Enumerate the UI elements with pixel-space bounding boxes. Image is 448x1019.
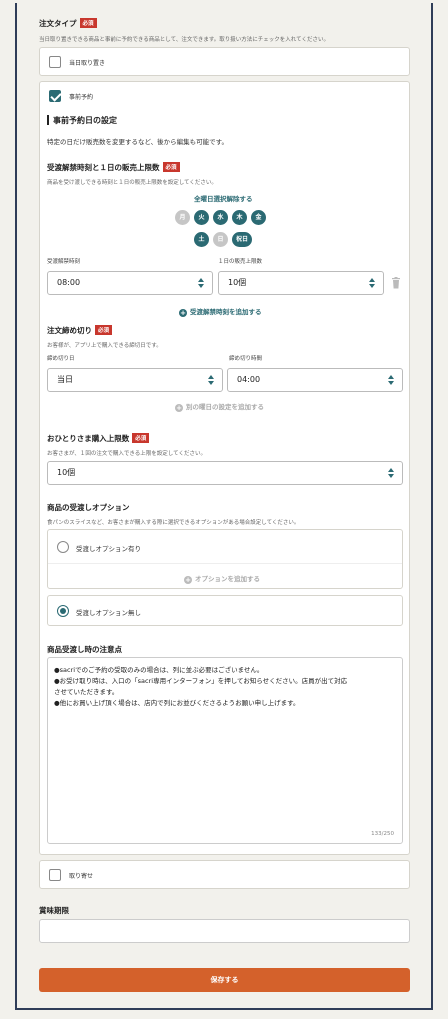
deadline-day-label: 締め切り日 — [47, 356, 75, 362]
required-badge: 必須 — [95, 325, 113, 335]
daily-limit-label: １日の販売上限数 — [218, 259, 263, 265]
per-customer-hint: お客さまが、１回の注文で購入できる上限を設定してください。 — [47, 451, 206, 457]
day-sun[interactable]: 日 — [213, 232, 228, 247]
select-all-days-link[interactable]: 全曜日選択解除する — [194, 193, 253, 203]
trash-icon[interactable] — [391, 277, 401, 289]
pickup-time-label: 受渡解禁時刻 — [47, 259, 81, 265]
notes-textarea[interactable]: ●sacriでのご予約の受取のみの場合は、列に並ぶ必要はございません。 ●お受け… — [47, 657, 403, 844]
per-customer-label-text: おひとりさま購入上限数 — [47, 434, 130, 443]
deadline-day-select[interactable]: 当日 — [47, 368, 223, 392]
notes-line: ●お受け取り時は、入口の「sacri専用インターフォン」を押してお知らせください… — [54, 677, 348, 685]
pickup-time-select[interactable]: 08:00 — [47, 271, 213, 295]
add-option-link[interactable]: + オプションを追加する — [184, 573, 260, 584]
add-option-text: オプションを追加する — [195, 575, 260, 583]
order-in-label: 取り寄せ — [69, 873, 94, 880]
expiry-label: 賞味期限 — [39, 906, 69, 915]
option-with-label: 受渡しオプション有り — [76, 545, 141, 553]
pickup-time-value: 08:00 — [57, 278, 81, 287]
pickup-hint: 商品を受け渡しできる時刻と１日の販売上限数を設定してください。 — [47, 180, 217, 186]
pickup-label: 受渡解禁時刻と１日の販売上限数 必須 — [47, 162, 180, 173]
option-order-in-card[interactable]: 取り寄せ — [39, 860, 410, 889]
plus-circle-icon: + — [175, 404, 183, 412]
select-arrow-icon — [388, 375, 394, 385]
day-mon[interactable]: 月 — [175, 210, 190, 225]
deadline-day-value: 当日 — [57, 375, 73, 384]
deadline-time-label: 締め切り時間 — [229, 356, 263, 362]
add-pickup-time-link[interactable]: + 受渡解禁時刻を追加する — [179, 306, 262, 317]
order-type-label: 注文タイプ 必須 — [39, 18, 97, 29]
day-fri[interactable]: 金 — [251, 210, 266, 225]
select-arrow-icon — [198, 278, 204, 288]
option-without-label: 受渡しオプション無し — [76, 609, 141, 617]
notes-label: 商品受渡し時の注意点 — [47, 645, 122, 654]
required-badge: 必須 — [79, 18, 97, 28]
day-sat[interactable]: 土 — [194, 232, 209, 247]
daily-limit-value: 10個 — [228, 278, 247, 287]
deadline-label: 注文締め切り 必須 — [47, 325, 113, 336]
option-same-day-card[interactable]: 当日取り置き — [39, 47, 410, 76]
select-arrow-icon — [388, 468, 394, 478]
divider — [48, 563, 402, 564]
reservation-checkbox[interactable] — [49, 90, 61, 102]
reservation-desc: 特定の日だけ販売数を変更するなど、後から編集も可能です。 — [47, 138, 229, 146]
handover-option-label: 商品の受渡しオプション — [47, 503, 130, 512]
notes-line: ●他にお買い上げ頂く場合は、店内で列にお並びくださるようお願い申し上げます。 — [54, 699, 300, 707]
handover-option-hint: 食パンのスライスなど、お客さまが購入する際に選択できるオプションがある場合設定し… — [47, 520, 300, 526]
day-wed[interactable]: 水 — [213, 210, 228, 225]
required-badge: 必須 — [162, 162, 180, 172]
form-frame: 注文タイプ 必須 当日取り置きできる商品と事前に予約できる商品として、注文できます… — [15, 3, 433, 1010]
order-in-checkbox[interactable] — [49, 869, 61, 881]
reservation-label: 事前予約 — [69, 94, 94, 101]
deadline-time-select[interactable]: 04:00 — [227, 368, 403, 392]
notes-counter: 133/250 — [371, 831, 394, 837]
per-customer-label: おひとりさま購入上限数 必須 — [47, 433, 150, 444]
day-thu[interactable]: 木 — [232, 210, 247, 225]
deadline-label-text: 注文締め切り — [47, 326, 92, 335]
add-pickup-time-text: 受渡解禁時刻を追加する — [190, 308, 262, 316]
option-without-radio[interactable] — [57, 605, 69, 617]
option-without-card[interactable]: 受渡しオプション無し — [47, 595, 403, 626]
plus-circle-icon: + — [184, 576, 192, 584]
add-other-day-link[interactable]: + 別の曜日の設定を追加する — [175, 401, 264, 412]
same-day-label: 当日取り置き — [69, 60, 106, 67]
order-type-hint: 当日取り置きできる商品と事前に予約できる商品として、注文できます。取り扱い方法に… — [39, 37, 329, 43]
required-badge: 必須 — [132, 433, 150, 443]
select-arrow-icon — [208, 375, 214, 385]
daily-limit-select[interactable]: 10個 — [218, 271, 384, 295]
same-day-checkbox[interactable] — [49, 56, 61, 68]
notes-line: ●sacriでのご予約の受取のみの場合は、列に並ぶ必要はございません。 — [54, 666, 264, 674]
day-tue[interactable]: 火 — [194, 210, 209, 225]
per-customer-select[interactable]: 10個 — [47, 461, 403, 485]
reservation-heading: 事前予約日の設定 — [53, 116, 117, 125]
heading-bar — [47, 115, 49, 125]
expiry-input[interactable] — [39, 919, 410, 943]
per-customer-value: 10個 — [57, 468, 76, 477]
pickup-label-text: 受渡解禁時刻と１日の販売上限数 — [47, 163, 160, 172]
deadline-time-value: 04:00 — [237, 375, 261, 384]
select-arrow-icon — [369, 278, 375, 288]
option-with-card[interactable]: 受渡しオプション有り + オプションを追加する — [47, 529, 403, 589]
order-type-label-text: 注文タイプ — [39, 19, 77, 28]
deadline-hint: お客様が、アプリ上で購入できる締切日です。 — [47, 343, 162, 349]
option-with-radio[interactable] — [57, 541, 69, 553]
notes-line: させていただきます。 — [54, 688, 119, 696]
plus-circle-icon: + — [179, 309, 187, 317]
save-button[interactable]: 保存する — [39, 968, 410, 992]
day-holiday[interactable]: 祝日 — [232, 232, 252, 247]
add-other-day-text: 別の曜日の設定を追加する — [186, 403, 264, 411]
